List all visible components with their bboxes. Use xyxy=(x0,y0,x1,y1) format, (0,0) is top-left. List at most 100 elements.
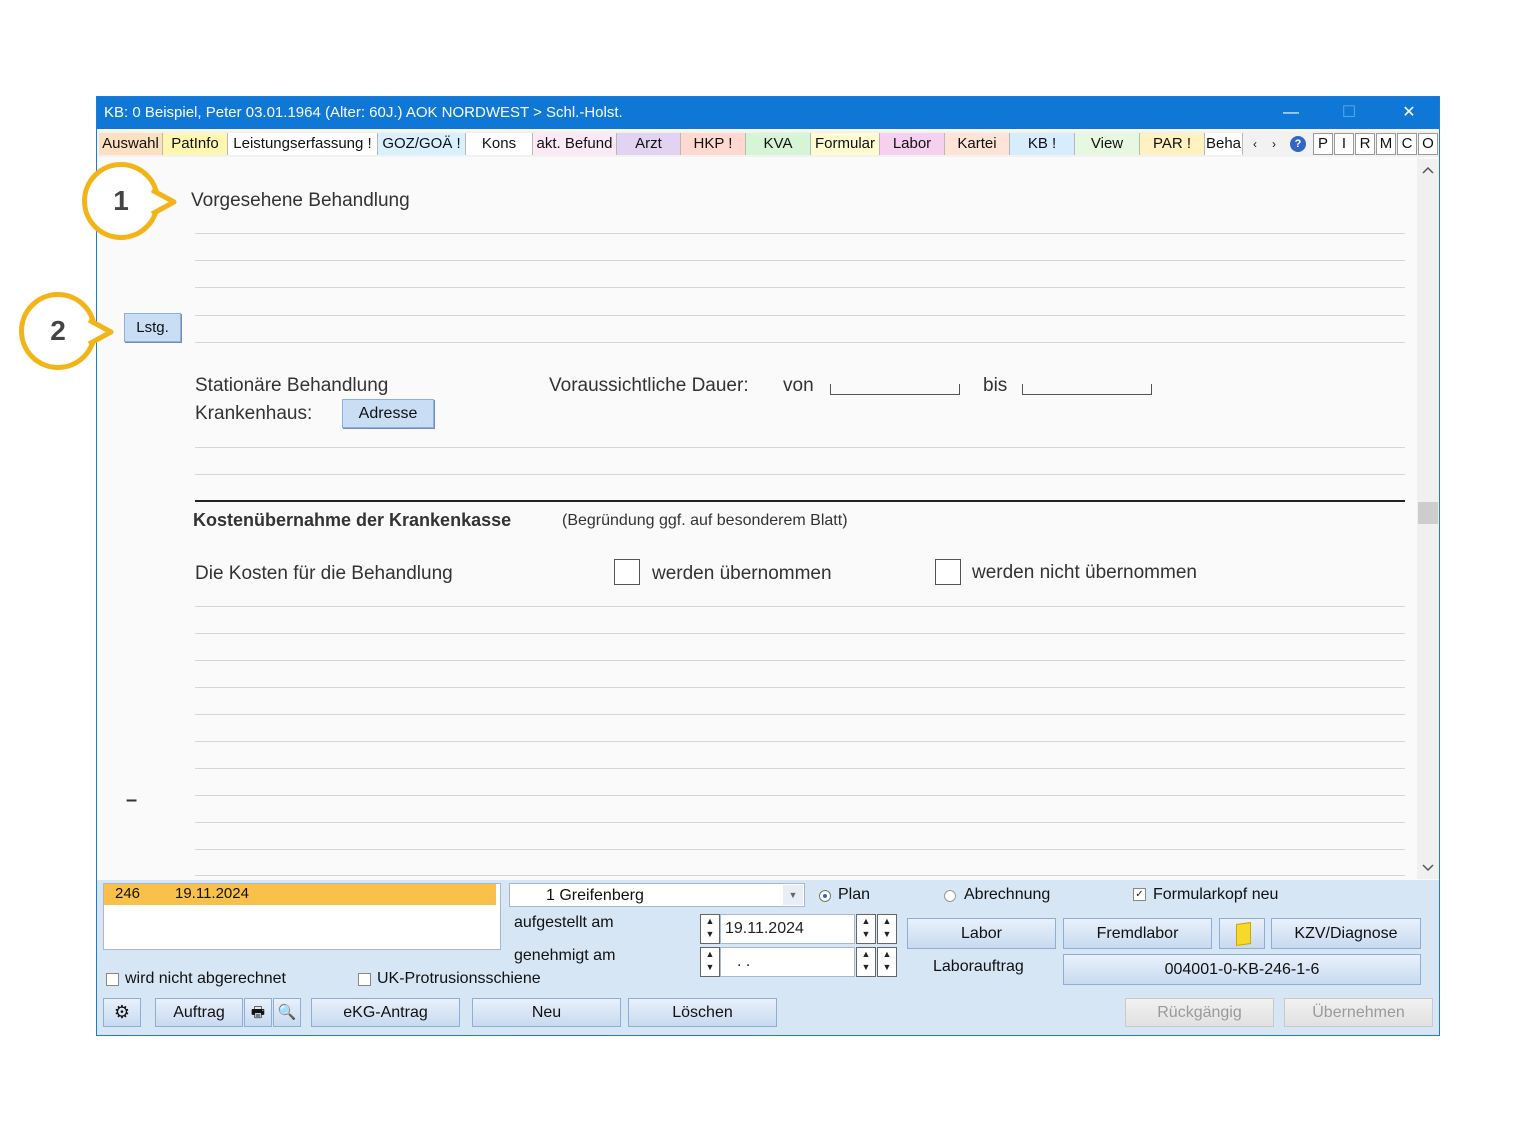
tab-par[interactable]: PAR ! xyxy=(1140,133,1205,155)
side-button-i[interactable]: I xyxy=(1334,133,1354,155)
neu-button[interactable]: Neu xyxy=(472,998,621,1027)
tab-view[interactable]: View xyxy=(1075,133,1140,155)
fremdlabor-button[interactable]: Fremdlabor xyxy=(1063,918,1212,949)
kzv-diagnose-button[interactable]: KZV/Diagnose xyxy=(1271,918,1421,949)
tab-leistungserfassung[interactable]: Leistungserfassung ! xyxy=(228,133,378,155)
rueckgaengig-button[interactable]: Rückgängig xyxy=(1125,998,1274,1027)
printer-icon: 🖶 xyxy=(250,1004,266,1021)
form-line xyxy=(195,849,1405,850)
print-button[interactable]: 🖶 xyxy=(244,998,272,1027)
werden-nicht-uebernommen-label: werden nicht übernommen xyxy=(972,562,1197,583)
wird-nicht-abgerechnet-checkbox[interactable] xyxy=(106,973,119,986)
plan-list[interactable]: 246 19.11.2024 xyxy=(103,883,501,950)
werden-uebernommen-checkbox[interactable] xyxy=(614,559,640,585)
labor-button[interactable]: Labor xyxy=(907,918,1056,949)
aufgestellt-spinner-left[interactable]: ▲ ▼ xyxy=(700,914,720,944)
form-content: Vorgesehene Behandlung Lstg. Stationäre … xyxy=(97,159,1417,879)
tab-formular[interactable]: Formular xyxy=(811,133,880,155)
werden-nicht-uebernommen-checkbox[interactable] xyxy=(935,559,961,585)
side-button-o[interactable]: O xyxy=(1418,133,1438,155)
vertical-scrollbar[interactable] xyxy=(1417,159,1439,879)
title-bar: KB: 0 Beispiel, Peter 03.01.1964 (Alter:… xyxy=(97,97,1439,129)
tab-scroll-right-icon[interactable]: › xyxy=(1265,133,1283,155)
tab-arzt[interactable]: Arzt xyxy=(617,133,681,155)
genehmigt-spinner-left[interactable]: ▲ ▼ xyxy=(700,947,720,977)
callout-1: 1 xyxy=(82,162,160,240)
form-line xyxy=(195,342,1405,343)
genehmigt-spinner-right-a[interactable]: ▲ ▼ xyxy=(856,947,876,977)
von-date-field[interactable] xyxy=(830,384,960,395)
ekg-antrag-button[interactable]: eKG-Antrag xyxy=(311,998,460,1027)
chevron-down-icon[interactable]: ▼ xyxy=(783,885,803,905)
tab-scroll-left-icon[interactable]: ‹ xyxy=(1245,133,1265,155)
form-line xyxy=(195,606,1405,607)
aufgestellt-spinner-right-b[interactable]: ▲ ▼ xyxy=(877,914,897,944)
werden-uebernommen-label: werden übernommen xyxy=(652,563,832,584)
laborauftrag-button[interactable]: 004001-0-KB-246-1-6 xyxy=(1063,954,1421,985)
side-button-c[interactable]: C xyxy=(1397,133,1417,155)
side-button-p[interactable]: P xyxy=(1313,133,1333,155)
tab-auswahl[interactable]: Auswahl xyxy=(99,133,163,155)
list-item[interactable]: 246 19.11.2024 xyxy=(104,884,496,905)
uebernehmen-button[interactable]: Übernehmen xyxy=(1284,998,1433,1027)
tab-labor[interactable]: Labor xyxy=(880,133,945,155)
aufgestellt-label: aufgestellt am xyxy=(514,914,614,931)
location-select[interactable]: 1 Greifenberg ▼ xyxy=(509,883,805,907)
scroll-down-icon[interactable] xyxy=(1422,863,1434,873)
help-icon[interactable]: ? xyxy=(1290,136,1306,152)
tab-goz-goä[interactable]: GOZ/GOÄ ! xyxy=(378,133,466,155)
scroll-up-icon[interactable] xyxy=(1422,165,1434,175)
genehmigt-spinner-right-b[interactable]: ▲ ▼ xyxy=(877,947,897,977)
callout-1-pointer xyxy=(150,188,177,216)
tab-patinfo[interactable]: PatInfo xyxy=(163,133,228,155)
list-item-date: 19.11.2024 xyxy=(175,885,249,902)
stationaer-label: Stationäre Behandlung xyxy=(195,375,389,396)
side-button-m[interactable]: M xyxy=(1376,133,1396,155)
formularkopf-checkbox[interactable]: ✓ xyxy=(1133,888,1146,901)
note-button[interactable] xyxy=(1219,918,1265,949)
preview-button[interactable]: 🔍 xyxy=(273,998,301,1027)
form-line xyxy=(195,315,1405,316)
genehmigt-date-field[interactable]: . . xyxy=(720,947,855,977)
uk-protrusionsschiene-checkbox[interactable] xyxy=(358,973,371,986)
aufgestellt-date-field[interactable]: 19.11.2024 xyxy=(720,914,855,944)
side-button-r[interactable]: R xyxy=(1355,133,1375,155)
loeschen-button[interactable]: Löschen xyxy=(628,998,777,1027)
wird-nicht-abgerechnet-label: wird nicht abgerechnet xyxy=(125,970,286,987)
genehmigt-label: genehmigt am xyxy=(514,947,616,964)
plan-radio[interactable] xyxy=(819,890,831,902)
adresse-button[interactable]: Adresse xyxy=(342,399,434,428)
dauer-label: Voraussichtliche Dauer: xyxy=(549,375,749,396)
gear-icon: ⚙ xyxy=(113,1002,131,1022)
abrechnung-label: Abrechnung xyxy=(964,886,1051,903)
aufgestellt-spinner-right-a[interactable]: ▲ ▼ xyxy=(856,914,876,944)
auftrag-button[interactable]: Auftrag xyxy=(155,998,243,1027)
tab-kva[interactable]: KVA xyxy=(746,133,811,155)
tab-akt-befund[interactable]: akt. Befund xyxy=(533,133,617,155)
scroll-thumb[interactable] xyxy=(1418,502,1438,524)
minimize-button[interactable]: — xyxy=(1261,97,1321,129)
krankenhaus-label: Krankenhaus: xyxy=(195,403,313,424)
kosten-text: Die Kosten für die Behandlung xyxy=(195,563,453,584)
maximize-button[interactable]: ☐ xyxy=(1319,97,1379,129)
form-line xyxy=(195,260,1405,261)
location-select-value: 1 Greifenberg xyxy=(546,887,644,904)
tab-kb[interactable]: KB ! xyxy=(1010,133,1075,155)
form-line xyxy=(195,660,1405,661)
tab-kartei[interactable]: Kartei xyxy=(945,133,1010,155)
list-item-id: 246 xyxy=(115,885,141,902)
abrechnung-radio[interactable] xyxy=(944,890,956,902)
kosten-note: (Begründung ggf. auf besonderem Blatt) xyxy=(562,512,848,529)
tab-beha[interactable]: Beha xyxy=(1205,133,1243,155)
tab-kons[interactable]: Kons xyxy=(466,133,533,155)
form-line xyxy=(195,447,1405,448)
close-button[interactable]: ✕ xyxy=(1379,97,1439,129)
settings-button[interactable]: ⚙ xyxy=(103,998,141,1027)
note-icon xyxy=(1236,921,1251,947)
bis-date-field[interactable] xyxy=(1022,384,1152,395)
callout-2: 2 xyxy=(19,292,97,370)
laborauftrag-label: Laborauftrag xyxy=(933,958,1024,975)
lstg-button[interactable]: Lstg. xyxy=(124,313,181,342)
callout-2-pointer xyxy=(87,318,114,346)
tab-hkp[interactable]: HKP ! xyxy=(681,133,746,155)
